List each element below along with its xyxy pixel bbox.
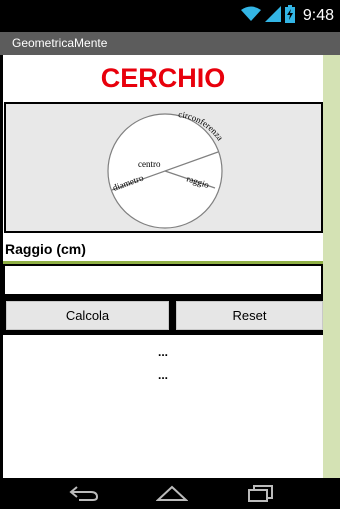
result-line-1: ...: [157, 345, 168, 359]
battery-icon: [284, 4, 295, 28]
navigation-bar: [0, 478, 340, 509]
app-screen: CERCHIO circonferenza centro diametro ra…: [0, 55, 340, 478]
cell-signal-icon: [264, 5, 281, 27]
status-time: 9:48: [302, 7, 334, 24]
home-icon[interactable]: [152, 482, 192, 504]
radius-input-container: [3, 261, 323, 300]
circle-diagram-svg: circonferenza centro diametro raggio: [107, 109, 225, 229]
buttons-row: Calcola Reset: [3, 298, 323, 335]
app-title-bar: GeometricaMente: [0, 32, 340, 55]
reset-button[interactable]: Reset: [176, 301, 323, 330]
wifi-icon: [240, 6, 261, 27]
back-icon[interactable]: [64, 482, 104, 504]
recent-apps-icon[interactable]: [241, 482, 281, 504]
radius-field-label: Raggio (cm): [5, 241, 86, 257]
page-title: CERCHIO: [100, 63, 226, 93]
circle-diagram: circonferenza centro diametro raggio: [4, 102, 323, 233]
status-icons: 9:48: [240, 4, 334, 28]
result-line-2: ...: [157, 368, 168, 382]
app-title: GeometricaMente: [12, 36, 108, 50]
radius-input[interactable]: [5, 266, 321, 294]
scrollbar[interactable]: [323, 55, 340, 478]
calculate-button[interactable]: Calcola: [6, 301, 169, 330]
main-content[interactable]: CERCHIO circonferenza centro diametro ra…: [3, 55, 323, 478]
center-label: centro: [138, 159, 161, 169]
status-bar: 9:48: [0, 0, 340, 32]
